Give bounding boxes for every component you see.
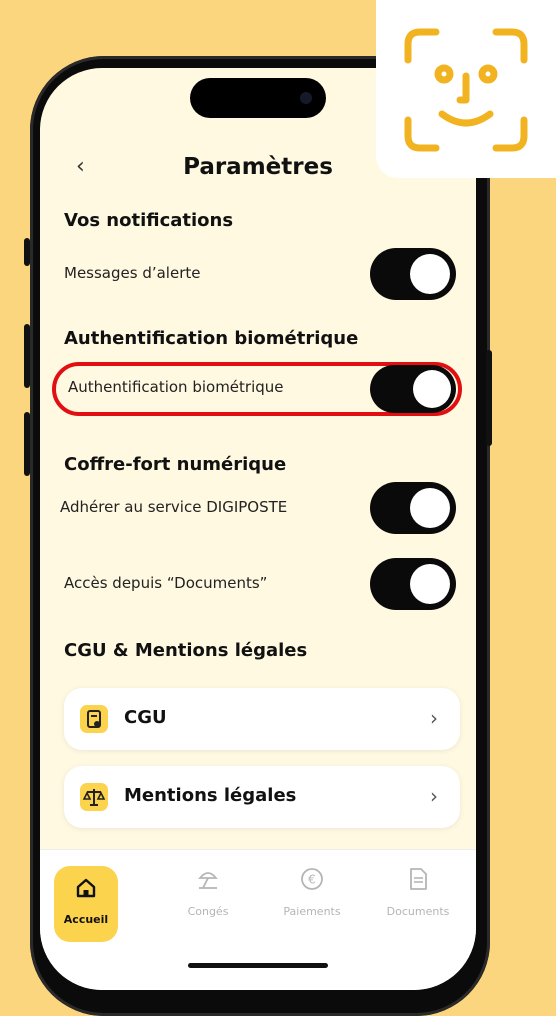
- digiposte-toggle[interactable]: [370, 482, 456, 534]
- biometric-auth-toggle[interactable]: [370, 365, 456, 413]
- tab-home[interactable]: Accueil: [54, 866, 118, 942]
- toggle-knob: [410, 564, 450, 604]
- tab-label-leave: Congés: [187, 905, 229, 918]
- toggle-knob: [413, 370, 451, 408]
- bottom-tab-bar: Accueil Congés € Paiements Documents: [40, 849, 476, 990]
- file-icon: [378, 866, 458, 899]
- chevron-right-icon: ›: [430, 706, 438, 730]
- legal-notices-card[interactable]: Mentions légales ›: [64, 766, 460, 828]
- tab-label-payments: Paiements: [283, 905, 341, 918]
- legal-notices-label: Mentions légales: [124, 785, 297, 806]
- dynamic-island: [190, 78, 326, 118]
- digiposte-label: Adhérer au service DIGIPOSTE: [60, 498, 288, 516]
- tab-documents[interactable]: Documents: [378, 866, 458, 918]
- side-button-volume-up: [24, 324, 30, 388]
- tab-label-documents: Documents: [386, 905, 450, 918]
- tab-label-home: Accueil: [63, 913, 109, 926]
- side-button-volume-down: [24, 412, 30, 476]
- face-id-badge: [376, 0, 556, 178]
- euro-icon: €: [272, 866, 352, 899]
- documents-access-label: Accès depuis “Documents”: [64, 574, 268, 592]
- biometric-auth-label: Authentification biométrique: [68, 378, 284, 396]
- svg-text:€: €: [308, 873, 316, 887]
- toggle-knob: [410, 488, 450, 528]
- side-button-power: [486, 350, 492, 446]
- section-title-notifications: Vos notifications: [64, 210, 234, 231]
- document-icon: [80, 705, 108, 733]
- home-icon: [54, 876, 118, 907]
- phone-screen: ‹ Paramètres Vos notifications Messages …: [40, 68, 476, 990]
- tab-leave[interactable]: Congés: [168, 866, 248, 918]
- cgu-label: CGU: [124, 707, 167, 728]
- camera-icon: [300, 92, 312, 104]
- tab-payments[interactable]: € Paiements: [272, 866, 352, 918]
- scales-icon: [80, 783, 108, 811]
- beach-icon: [168, 866, 248, 899]
- section-title-legal: CGU & Mentions légales: [64, 640, 308, 661]
- home-indicator: [188, 963, 328, 968]
- documents-access-toggle[interactable]: [370, 558, 456, 610]
- chevron-right-icon: ›: [430, 784, 438, 808]
- alert-messages-toggle[interactable]: [370, 248, 456, 300]
- cgu-card[interactable]: CGU ›: [64, 688, 460, 750]
- face-id-icon: [404, 28, 528, 152]
- section-title-vault: Coffre-fort numérique: [64, 454, 287, 475]
- alert-messages-label: Messages d’alerte: [64, 264, 201, 282]
- toggle-knob: [410, 254, 450, 294]
- side-button-silent: [24, 238, 30, 266]
- section-title-biometric: Authentification biométrique: [64, 328, 359, 349]
